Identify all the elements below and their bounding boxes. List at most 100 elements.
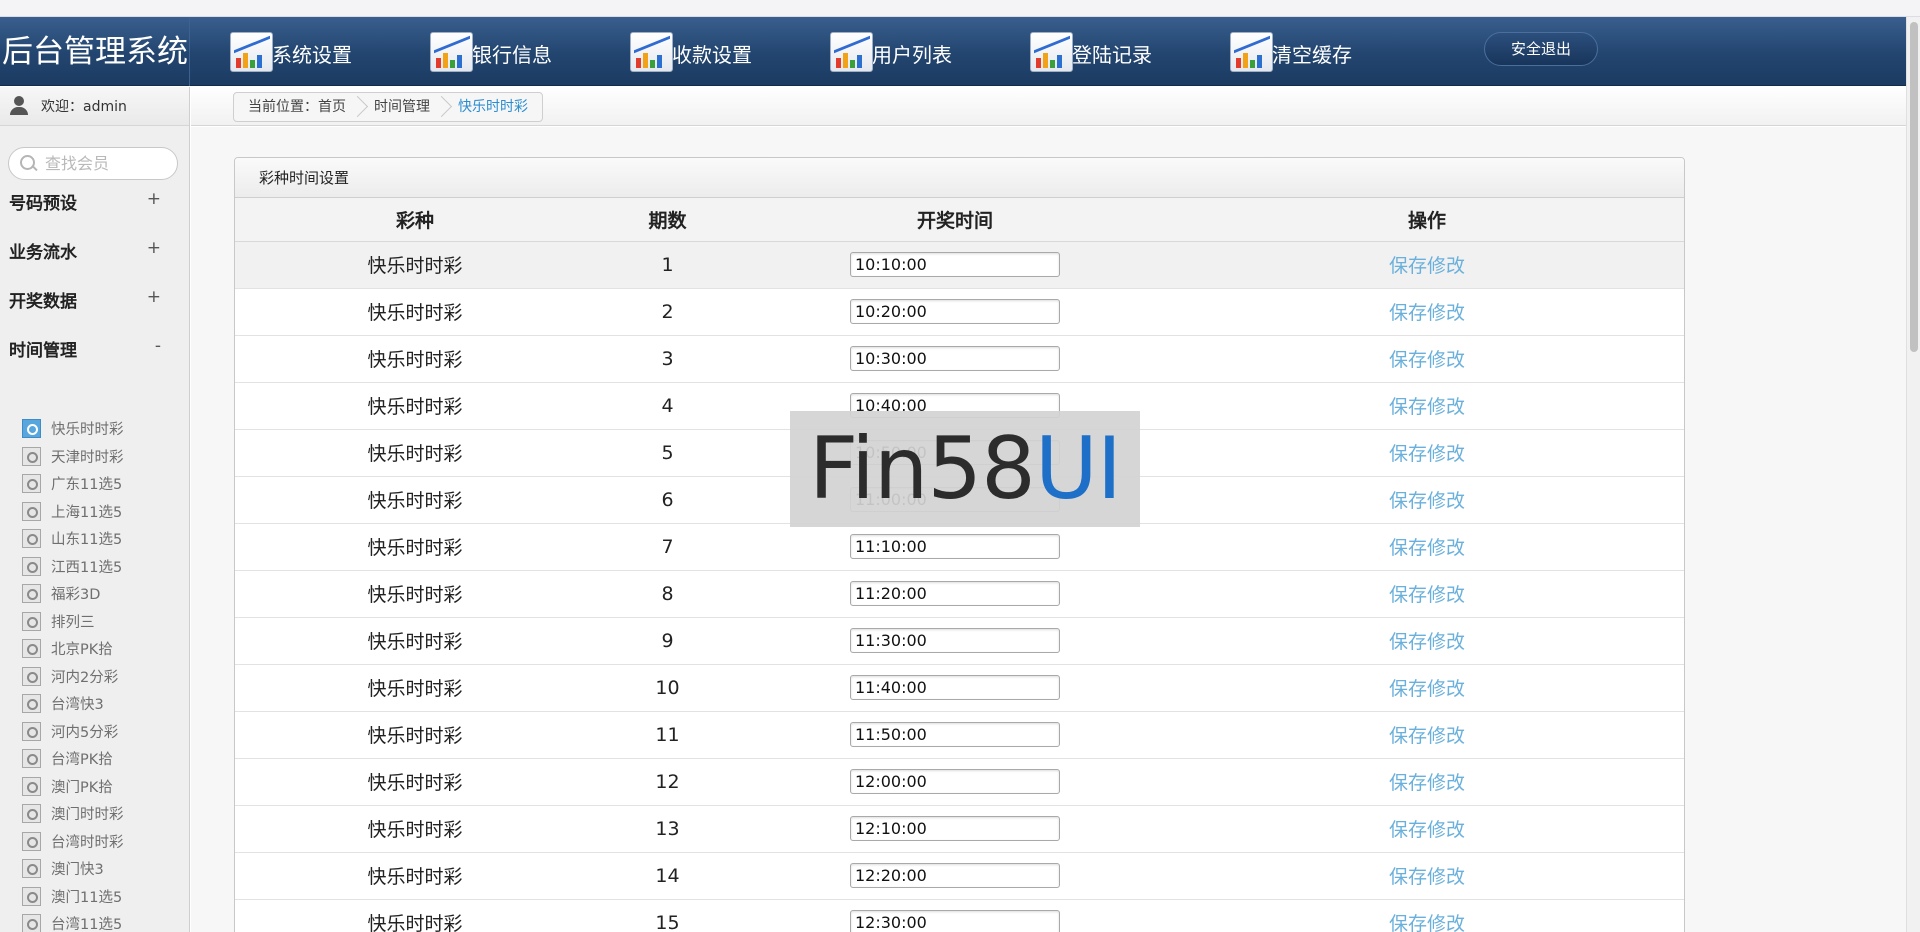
draw-time-input[interactable] (850, 346, 1060, 371)
window-top-strip (0, 0, 1920, 17)
table-row: 快乐时时彩9 保存修改 (235, 617, 1684, 665)
nav-payment-settings[interactable]: 收款设置 (630, 32, 752, 72)
sidebar-item-hanoi-5min[interactable]: 河内5分彩 (22, 718, 182, 746)
nav-user-list[interactable]: 用户列表 (830, 32, 952, 72)
breadcrumb-home[interactable]: 当前位置：首页 (234, 93, 360, 121)
draw-time-input[interactable] (850, 581, 1060, 606)
sidebar-item-tianjin-ssc[interactable]: 天津时时彩 (22, 443, 182, 471)
save-changes-link[interactable]: 保存修改 (1389, 866, 1465, 888)
cell-issue-number: 14 (595, 852, 740, 900)
chart-icon (830, 32, 873, 72)
save-changes-link[interactable]: 保存修改 (1389, 772, 1465, 794)
sidebar-item-taiwan-ssc[interactable]: 台湾时时彩 (22, 828, 182, 856)
sidebar-item-macau-11x5[interactable]: 澳门11选5 (22, 883, 182, 911)
top-header: 后台管理系统 系统设置 银行信息 收款设置 用户列表 登陆记录 清空缓存 安全退… (0, 17, 1906, 86)
draw-time-input[interactable] (850, 910, 1060, 932)
item-icon (22, 446, 41, 466)
draw-time-input[interactable] (850, 252, 1060, 277)
sidebar-item-fucai-3d[interactable]: 福彩3D (22, 580, 182, 608)
save-changes-link[interactable]: 保存修改 (1389, 396, 1465, 418)
save-changes-link[interactable]: 保存修改 (1389, 490, 1465, 512)
collapse-icon: - (154, 336, 161, 356)
cell-action: 保存修改 (1170, 617, 1684, 665)
cell-lottery-name: 快乐时时彩 (235, 476, 595, 524)
cell-action: 保存修改 (1170, 711, 1684, 759)
nav-bank-info[interactable]: 银行信息 (430, 32, 552, 72)
sidebar-item-shandong-11x5[interactable]: 山东11选5 (22, 525, 182, 553)
cell-action: 保存修改 (1170, 570, 1684, 618)
cell-issue-number: 10 (595, 664, 740, 712)
item-icon (22, 556, 41, 576)
save-changes-link[interactable]: 保存修改 (1389, 913, 1465, 932)
cell-lottery-name: 快乐时时彩 (235, 899, 595, 932)
cell-action: 保存修改 (1170, 335, 1684, 383)
draw-time-input[interactable] (850, 534, 1060, 559)
save-changes-link[interactable]: 保存修改 (1389, 584, 1465, 606)
sidebar-item-pailie-3[interactable]: 排列三 (22, 608, 182, 636)
sidebar-item-beijing-pk10[interactable]: 北京PK拾 (22, 635, 182, 663)
draw-time-input[interactable] (850, 722, 1060, 747)
chart-icon (630, 32, 673, 72)
sidebar-item-macau-ssc[interactable]: 澳门时时彩 (22, 800, 182, 828)
breadcrumb-parent[interactable]: 时间管理 (360, 93, 444, 121)
item-icon (22, 639, 41, 659)
sidebar-section-draw-data[interactable]: 开奖数据 + (9, 287, 169, 313)
save-changes-link[interactable]: 保存修改 (1389, 443, 1465, 465)
sidebar-section-business-flow[interactable]: 业务流水 + (9, 238, 169, 264)
cell-action: 保存修改 (1170, 664, 1684, 712)
sidebar-item-hanoi-2min[interactable]: 河内2分彩 (22, 663, 182, 691)
cell-lottery-name: 快乐时时彩 (235, 429, 595, 477)
cell-lottery-name: 快乐时时彩 (235, 805, 595, 853)
sidebar-item-macau-pk10[interactable]: 澳门PK拾 (22, 773, 182, 801)
cell-lottery-name: 快乐时时彩 (235, 711, 595, 759)
member-search-input[interactable] (45, 154, 175, 173)
cell-draw-time (740, 664, 1170, 712)
sidebar-item-taiwan-11x5[interactable]: 台湾11选5 (22, 910, 182, 932)
draw-time-input[interactable] (850, 675, 1060, 700)
sidebar-item-macau-k3[interactable]: 澳门快3 (22, 855, 182, 883)
draw-time-input[interactable] (850, 816, 1060, 841)
nav-system-settings[interactable]: 系统设置 (230, 32, 352, 72)
logout-button[interactable]: 安全退出 (1484, 32, 1598, 66)
sidebar-section-number-presets[interactable]: 号码预设 + (9, 189, 169, 215)
nav-clear-cache[interactable]: 清空缓存 (1230, 32, 1352, 72)
chart-icon (230, 32, 273, 72)
item-icon (22, 831, 41, 851)
cell-lottery-name: 快乐时时彩 (235, 335, 595, 383)
cell-action: 保存修改 (1170, 758, 1684, 806)
save-changes-link[interactable]: 保存修改 (1389, 537, 1465, 559)
sidebar-item-shanghai-11x5[interactable]: 上海11选5 (22, 498, 182, 526)
save-changes-link[interactable]: 保存修改 (1389, 631, 1465, 653)
user-icon (9, 96, 29, 116)
save-changes-link[interactable]: 保存修改 (1389, 255, 1465, 277)
cell-draw-time (740, 288, 1170, 336)
sidebar-section-time-management[interactable]: 时间管理 - (9, 336, 169, 362)
chart-icon (430, 32, 473, 72)
sidebar-item-taiwan-k3[interactable]: 台湾快3 (22, 690, 182, 718)
scrollbar-thumb[interactable] (1910, 22, 1918, 352)
save-changes-link[interactable]: 保存修改 (1389, 678, 1465, 700)
table-row: 快乐时时彩7 保存修改 (235, 523, 1684, 571)
vertical-scrollbar[interactable] (1906, 17, 1920, 932)
save-changes-link[interactable]: 保存修改 (1389, 302, 1465, 324)
welcome-text: 欢迎：admin (41, 99, 127, 115)
nav-login-records[interactable]: 登陆记录 (1030, 32, 1152, 72)
sidebar-item-taiwan-pk10[interactable]: 台湾PK拾 (22, 745, 182, 773)
save-changes-link[interactable]: 保存修改 (1389, 725, 1465, 747)
cell-issue-number: 15 (595, 899, 740, 932)
cell-draw-time (740, 711, 1170, 759)
member-search[interactable] (8, 147, 178, 180)
draw-time-input[interactable] (850, 769, 1060, 794)
cell-lottery-name: 快乐时时彩 (235, 241, 595, 289)
cell-issue-number: 2 (595, 288, 740, 336)
sidebar-item-kuaile-ssc[interactable]: 快乐时时彩 (22, 415, 182, 443)
chart-icon (1230, 32, 1273, 72)
cell-action: 保存修改 (1170, 852, 1684, 900)
draw-time-input[interactable] (850, 863, 1060, 888)
save-changes-link[interactable]: 保存修改 (1389, 349, 1465, 371)
sidebar-item-jiangxi-11x5[interactable]: 江西11选5 (22, 553, 182, 581)
draw-time-input[interactable] (850, 628, 1060, 653)
save-changes-link[interactable]: 保存修改 (1389, 819, 1465, 841)
sidebar-item-guangdong-11x5[interactable]: 广东11选5 (22, 470, 182, 498)
draw-time-input[interactable] (850, 299, 1060, 324)
